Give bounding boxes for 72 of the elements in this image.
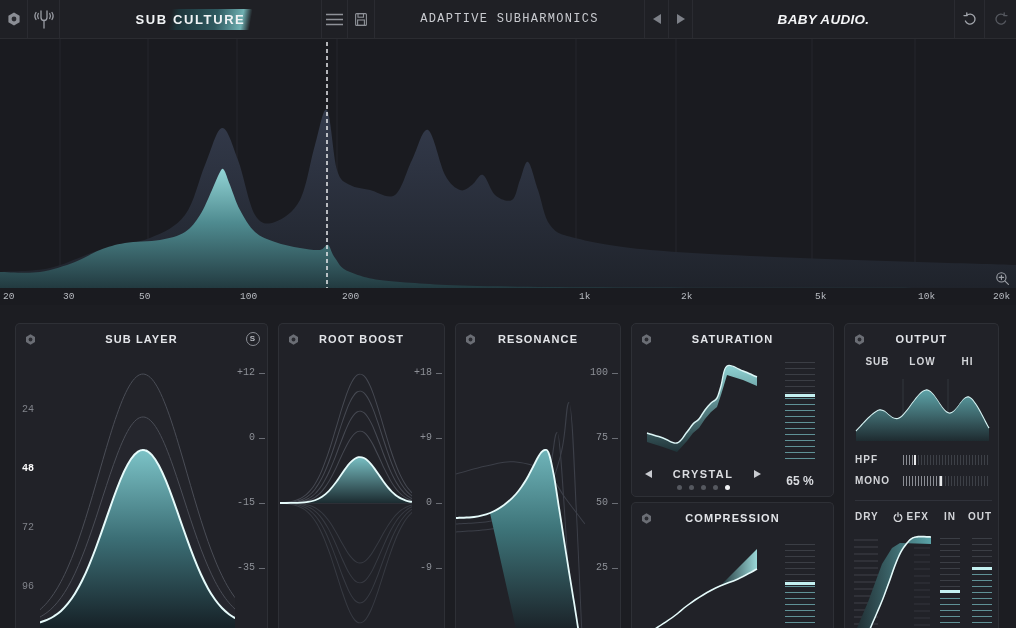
right-triangle-icon: [676, 14, 685, 24]
band-label: LOW: [909, 356, 936, 368]
panel-title: RESONANCE: [496, 333, 580, 345]
previous-mode-button[interactable]: [643, 468, 654, 480]
note-label[interactable]: 48: [22, 463, 34, 475]
hexagon-icon[interactable]: [287, 333, 299, 345]
tuning-fork-icon: [33, 9, 54, 29]
hexagon-icon[interactable]: [24, 333, 36, 345]
panel-title: COMPRESSION: [684, 512, 781, 524]
page-dot[interactable]: [700, 485, 706, 490]
frequency-label: 30: [63, 291, 75, 302]
note-label[interactable]: 24: [22, 404, 34, 416]
frequency-label: 5k: [815, 291, 827, 302]
gain-label: -35: [237, 562, 265, 574]
band-label: HI: [961, 356, 974, 368]
hexagon-icon: [6, 12, 21, 26]
panel-title: SUB LAYER: [104, 333, 179, 345]
frequency-label: 1k: [579, 291, 591, 302]
right-triangle-icon: [754, 470, 761, 478]
undo-icon: [962, 12, 977, 26]
panel-title: SATURATION: [690, 333, 775, 345]
page-dot[interactable]: [712, 485, 718, 490]
frequency-label: 100: [240, 291, 258, 302]
gain-label: -15: [237, 497, 265, 509]
panel-title: ROOT BOOST: [318, 333, 405, 345]
meter-label: IN: [943, 511, 957, 523]
panel-title: OUTPUT: [894, 333, 949, 345]
scale-label: 25: [596, 562, 618, 574]
page-dot[interactable]: [724, 485, 730, 490]
menu-icon: [326, 12, 343, 26]
left-triangle-icon: [652, 14, 661, 24]
scale-label: 75: [596, 432, 618, 444]
gain-label: +18: [414, 367, 442, 379]
saturation-mode: CRYSTAL: [672, 467, 734, 481]
frequency-label: 2k: [681, 291, 693, 302]
save-icon: [355, 12, 367, 26]
redo-icon: [993, 12, 1008, 26]
page-dot[interactable]: [688, 485, 694, 490]
frequency-label: 10k: [918, 291, 936, 302]
frequency-label: 20: [3, 291, 15, 302]
left-triangle-icon: [645, 470, 652, 478]
gain-label: -9: [420, 562, 442, 574]
next-mode-button[interactable]: [752, 468, 763, 480]
hexagon-icon[interactable]: [640, 333, 652, 345]
power-icon: [892, 512, 903, 522]
next-preset-button[interactable]: [674, 12, 687, 26]
scale-label: 50: [596, 497, 618, 509]
brand-logo: BABY AUDIO.: [777, 11, 870, 27]
note-label[interactable]: 72: [22, 522, 34, 534]
dry-label: DRY: [855, 511, 879, 523]
frequency-label: 50: [139, 291, 151, 302]
preset-name[interactable]: ADAPTIVE SUBHARMONICS: [420, 12, 599, 26]
hexagon-icon[interactable]: [853, 333, 865, 345]
band-label: SUB: [865, 356, 890, 368]
page-dot[interactable]: [676, 485, 682, 490]
undo-button[interactable]: [960, 10, 979, 28]
hexagon-icon[interactable]: [464, 333, 476, 345]
gain-label: 0: [249, 432, 265, 444]
gain-label: +12: [237, 367, 265, 379]
meter-label: OUT: [966, 511, 994, 523]
frequency-label: 200: [342, 291, 360, 302]
gain-label: +9: [420, 432, 442, 444]
slider-label: MONO: [855, 475, 891, 487]
efx-button[interactable]: EFX: [892, 511, 929, 523]
save-button[interactable]: [353, 10, 369, 28]
frequency-label: 20k: [993, 291, 1011, 302]
scale-label: 100: [590, 367, 618, 379]
note-label[interactable]: 96: [22, 581, 34, 593]
hexagon-icon[interactable]: [640, 512, 652, 524]
drive-reading: 65 %: [786, 474, 814, 488]
slider-label: HPF: [855, 454, 878, 466]
gain-label: 0: [426, 497, 442, 509]
